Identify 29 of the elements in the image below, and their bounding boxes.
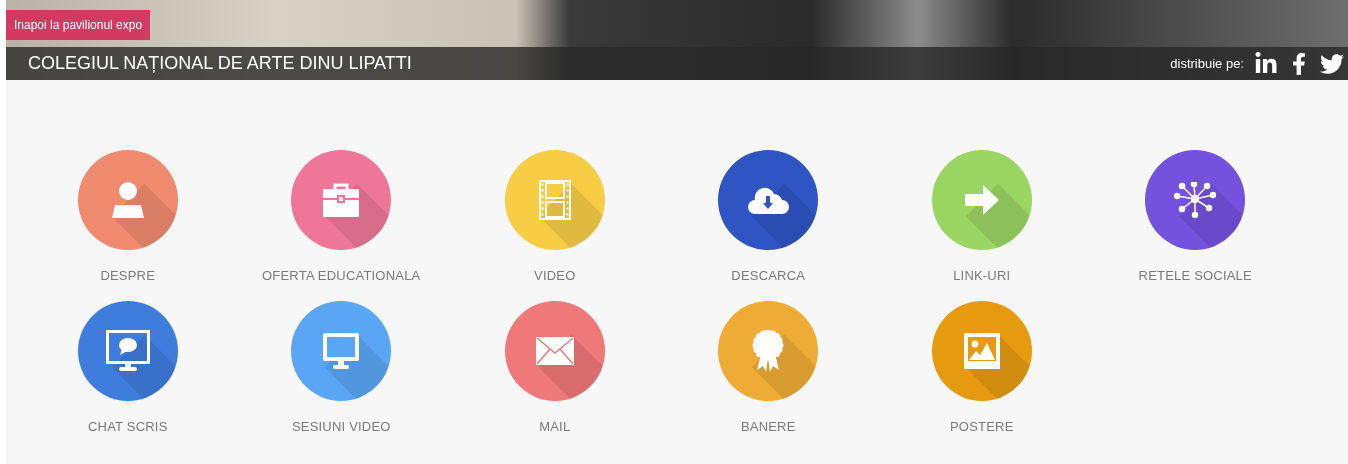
arrow-right-icon [964, 185, 999, 215]
person-icon [109, 181, 146, 219]
tile-label[interactable]: CHAT SCRIS [88, 419, 168, 434]
share-link[interactable] [1254, 51, 1278, 76]
tile-label[interactable]: VIDEO [534, 268, 576, 283]
tile-label[interactable]: BANERE [740, 419, 796, 434]
back-button[interactable]: Inapoi la pavilionul expo [6, 10, 151, 40]
network-icon [1174, 182, 1217, 218]
share-link[interactable] [1320, 51, 1344, 76]
picture-icon [963, 333, 1000, 369]
envelope-icon [535, 337, 574, 365]
tile-label[interactable]: DESPRE [100, 268, 156, 283]
page-title: COLEGIUL NAȚIONAL DE ARTE DINU LIPATTI [28, 53, 412, 74]
tile-label[interactable]: OFERTA EDUCATIONALA [262, 268, 421, 283]
award-ribbon-icon [752, 330, 785, 372]
share-label: distribuie pe: [1170, 56, 1244, 71]
tile-label[interactable]: RETELE SOCIALE [1138, 268, 1252, 283]
monitor-icon [322, 332, 361, 370]
twitter-icon [1320, 51, 1344, 76]
briefcase-icon [322, 183, 361, 217]
tile-label[interactable]: POSTERE [950, 419, 1014, 434]
tile-label[interactable]: DESCARCA [731, 268, 806, 283]
tile-label[interactable]: MAIL [539, 419, 571, 434]
cloud-download-icon [747, 185, 790, 215]
film-icon [538, 180, 571, 220]
tile-label[interactable]: SESIUNI VIDEO [291, 419, 391, 434]
monitor-chat-icon [105, 330, 150, 372]
tile-label[interactable]: LINK-URI [953, 268, 1011, 283]
linkedin-icon [1254, 51, 1278, 76]
